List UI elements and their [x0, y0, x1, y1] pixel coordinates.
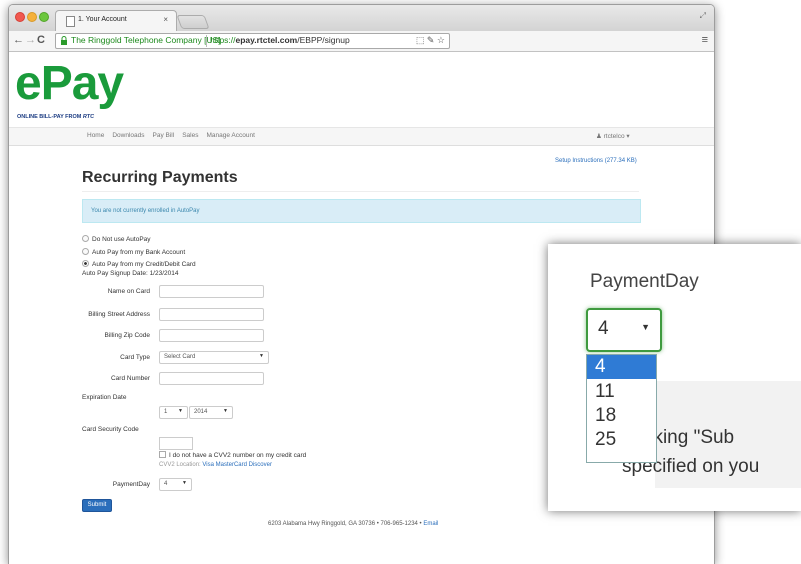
- expiration-date-label: Expiration Date: [82, 394, 127, 401]
- nav-downloads[interactable]: Downloads: [112, 132, 144, 139]
- tab-strip: 1. Your Account × ⤢: [9, 5, 714, 32]
- exp-month-select[interactable]: 1 ▼: [159, 406, 188, 419]
- dropdown-arrow-icon: ▼: [178, 408, 183, 414]
- fullscreen-icon[interactable]: ⤢: [700, 11, 706, 21]
- zoom-option-4[interactable]: 4: [587, 355, 656, 379]
- card-type-select[interactable]: Select Card ▼: [159, 351, 269, 364]
- back-button[interactable]: ←: [13, 34, 24, 46]
- submit-button[interactable]: Submit: [82, 499, 112, 512]
- nav-sales[interactable]: Sales: [182, 132, 198, 139]
- cvv-location: CVV2 Location: Visa MasterCard Discover: [159, 462, 272, 468]
- email-link[interactable]: Email: [423, 521, 438, 527]
- new-tab-button[interactable]: [176, 15, 210, 29]
- dropdown-arrow-icon: ▼: [223, 408, 228, 414]
- signup-date: Auto Pay Signup Date: 1/23/2014: [82, 270, 179, 277]
- reload-button[interactable]: C: [37, 34, 45, 46]
- setup-instructions-link[interactable]: Setup Instructions (277.34 KB): [555, 158, 637, 164]
- nav-pay-bill[interactable]: Pay Bill: [153, 132, 175, 139]
- close-window-button[interactable]: [15, 12, 25, 22]
- minimize-window-button[interactable]: [27, 12, 37, 22]
- page-title: Recurring Payments: [82, 169, 238, 186]
- billing-street-input[interactable]: [159, 308, 264, 321]
- card-number-input[interactable]: [159, 372, 264, 385]
- payment-day-select[interactable]: 4 ▼: [159, 478, 192, 491]
- payment-day-label: PaymentDay: [112, 481, 150, 488]
- zoom-title: PaymentDay: [590, 271, 699, 292]
- zoom-option-11[interactable]: 11: [587, 380, 656, 404]
- site-identity: The Ringgold Telephone Company [US]: [71, 35, 221, 45]
- divider: [82, 191, 639, 192]
- payment-day-zoom-callout: PaymentDay 4 ▼ clicking "Sub specified on…: [548, 244, 801, 511]
- browser-tab[interactable]: 1. Your Account ×: [55, 10, 177, 32]
- exp-year-select[interactable]: 2014 ▼: [189, 406, 233, 419]
- radio-credit-card[interactable]: Auto Pay from my Credit/Debit Card: [82, 260, 196, 268]
- billing-zip-input[interactable]: [159, 329, 264, 342]
- rtc-logo: RTC: [82, 114, 95, 120]
- card-number-label: Card Number: [110, 375, 150, 382]
- name-on-card-input[interactable]: [159, 285, 264, 298]
- radio-bank-account[interactable]: Auto Pay from my Bank Account: [82, 248, 185, 256]
- autopay-alert: You are not currently enrolled in AutoPa…: [82, 199, 641, 223]
- url-text: https://epay.rtctel.com/EBPP/signup: [210, 35, 350, 45]
- zoom-option-18[interactable]: 18: [587, 404, 656, 428]
- name-on-card-label: Name on Card: [107, 288, 150, 295]
- radio-no-autopay[interactable]: Do Not use AutoPay: [82, 235, 151, 243]
- lock-icon: [61, 36, 67, 45]
- dropdown-arrow-icon: ▼: [641, 322, 650, 332]
- main-nav: Home Downloads Pay Bill Sales Manage Acc…: [9, 127, 714, 146]
- footer: 6203 Alabama Hwy Ringgold, GA 30736 • 70…: [268, 521, 439, 527]
- document-icon: [66, 16, 75, 27]
- security-code-input[interactable]: [159, 437, 193, 450]
- epay-logo[interactable]: ePay: [15, 54, 124, 114]
- zoom-window-button[interactable]: [39, 12, 49, 22]
- browser-toolbar: ← → C The Ringgold Telephone Company [US…: [9, 31, 714, 52]
- nav-manage-account[interactable]: Manage Account: [206, 132, 254, 139]
- zoom-dropdown-list[interactable]: 4 11 18 25: [586, 354, 657, 463]
- chevron-down-icon: ▾: [626, 133, 630, 140]
- tagline: ONLINE BILL-PAY FROM RTC: [17, 114, 95, 120]
- billing-street-label: Billing Street Address: [88, 311, 150, 318]
- no-cvv-checkbox[interactable]: I do not have a CVV2 number on my credit…: [159, 451, 306, 459]
- nav-home[interactable]: Home: [87, 132, 104, 139]
- dropdown-arrow-icon: ▼: [182, 480, 187, 486]
- address-bar[interactable]: The Ringgold Telephone Company [US] http…: [55, 33, 450, 49]
- zoom-option-25[interactable]: 25: [587, 428, 656, 452]
- menu-icon[interactable]: ≡: [702, 34, 708, 46]
- extension-icons[interactable]: ⬚ ✎ ☆: [416, 35, 445, 46]
- cvv-card-links[interactable]: Visa MasterCard Discover: [202, 462, 272, 468]
- dropdown-arrow-icon: ▼: [259, 353, 264, 359]
- billing-zip-label: Billing Zip Code: [104, 332, 150, 339]
- user-menu[interactable]: ♟ rtctelco ▾: [596, 132, 630, 140]
- tab-title: 1. Your Account: [78, 16, 127, 23]
- forward-button[interactable]: →: [25, 34, 36, 46]
- zoom-payment-day-select[interactable]: 4 ▼: [586, 308, 662, 352]
- security-code-label: Card Security Code: [82, 426, 139, 433]
- user-icon: ♟: [596, 133, 602, 140]
- close-tab-icon[interactable]: ×: [163, 15, 168, 24]
- card-type-label: Card Type: [120, 354, 150, 361]
